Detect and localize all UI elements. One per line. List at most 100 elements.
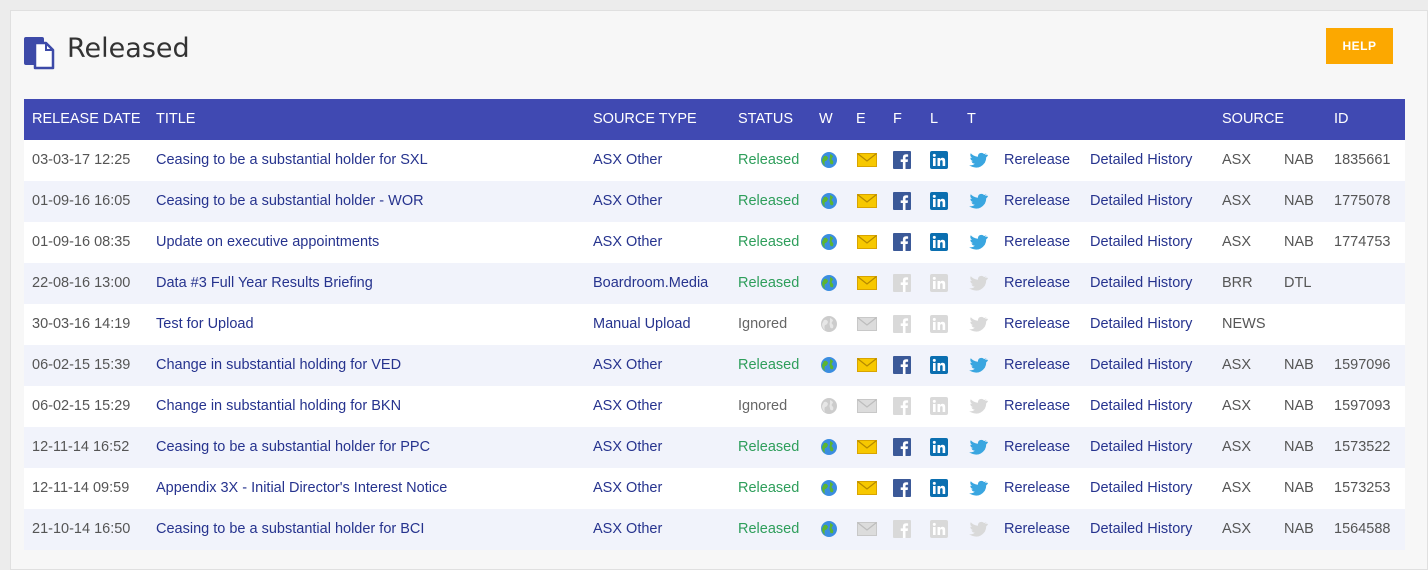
release-title-link[interactable]: Data #3 Full Year Results Briefing xyxy=(156,275,373,291)
rerelease-link[interactable]: Rerelease xyxy=(1004,480,1070,496)
help-button[interactable]: HELP xyxy=(1326,28,1393,64)
linkedin-icon[interactable] xyxy=(930,151,948,169)
rerelease-link[interactable]: Rerelease xyxy=(1004,152,1070,168)
col-source-type[interactable]: SOURCE TYPE xyxy=(593,111,697,127)
rerelease-link[interactable]: Rerelease xyxy=(1004,193,1070,209)
twitter-disabled-icon[interactable] xyxy=(968,520,988,538)
globe-disabled-icon[interactable] xyxy=(820,315,838,333)
release-title-link[interactable]: Test for Upload xyxy=(156,316,254,332)
facebook-disabled-icon[interactable] xyxy=(893,520,911,538)
rerelease-link[interactable]: Rerelease xyxy=(1004,357,1070,373)
rerelease-link[interactable]: Rerelease xyxy=(1004,275,1070,291)
email-disabled-icon[interactable] xyxy=(857,522,877,536)
detailed-history-link[interactable]: Detailed History xyxy=(1090,357,1192,373)
col-status[interactable]: STATUS xyxy=(738,111,793,127)
detailed-history-link[interactable]: Detailed History xyxy=(1090,521,1192,537)
email-icon[interactable] xyxy=(857,235,877,249)
linkedin-disabled-icon[interactable] xyxy=(930,315,948,333)
globe-icon[interactable] xyxy=(820,520,838,538)
twitter-disabled-icon[interactable] xyxy=(968,315,988,333)
detailed-history-link[interactable]: Detailed History xyxy=(1090,480,1192,496)
rerelease-link[interactable]: Rerelease xyxy=(1004,234,1070,250)
email-icon[interactable] xyxy=(857,276,877,290)
release-title-link[interactable]: Ceasing to be a substantial holder for B… xyxy=(156,521,424,537)
rerelease-link[interactable]: Rerelease xyxy=(1004,521,1070,537)
detailed-history-link[interactable]: Detailed History xyxy=(1090,152,1192,168)
detailed-history-link[interactable]: Detailed History xyxy=(1090,275,1192,291)
rerelease-link[interactable]: Rerelease xyxy=(1004,316,1070,332)
status-text: Released xyxy=(738,193,800,209)
linkedin-disabled-icon[interactable] xyxy=(930,397,948,415)
globe-icon[interactable] xyxy=(820,356,838,374)
twitter-icon[interactable] xyxy=(968,438,988,456)
globe-icon[interactable] xyxy=(820,151,838,169)
release-date: 12-11-14 09:59 xyxy=(32,480,130,496)
release-title-link[interactable]: Change in substantial holding for VED xyxy=(156,357,401,373)
detailed-history-link[interactable]: Detailed History xyxy=(1090,193,1192,209)
release-title-link[interactable]: Ceasing to be a substantial holder - WOR xyxy=(156,193,424,209)
facebook-icon[interactable] xyxy=(893,438,911,456)
source-type: ASX Other xyxy=(593,234,663,250)
linkedin-icon[interactable] xyxy=(930,356,948,374)
email-icon[interactable] xyxy=(857,153,877,167)
globe-disabled-icon[interactable] xyxy=(820,397,838,415)
source-code: NAB xyxy=(1284,234,1314,250)
globe-icon[interactable] xyxy=(820,233,838,251)
facebook-disabled-icon[interactable] xyxy=(893,315,911,333)
linkedin-disabled-icon[interactable] xyxy=(930,520,948,538)
status-text: Released xyxy=(738,152,800,168)
detailed-history-link[interactable]: Detailed History xyxy=(1090,234,1192,250)
detailed-history-link[interactable]: Detailed History xyxy=(1090,316,1192,332)
email-icon[interactable] xyxy=(857,358,877,372)
email-disabled-icon[interactable] xyxy=(857,317,877,331)
release-id: 1597093 xyxy=(1334,398,1391,414)
linkedin-icon[interactable] xyxy=(930,233,948,251)
col-f: F xyxy=(893,111,902,127)
email-icon[interactable] xyxy=(857,194,877,208)
col-w: W xyxy=(819,111,833,127)
email-icon[interactable] xyxy=(857,481,877,495)
status-text: Released xyxy=(738,275,800,291)
twitter-icon[interactable] xyxy=(968,479,988,497)
detailed-history-link[interactable]: Detailed History xyxy=(1090,439,1192,455)
source: ASX xyxy=(1222,357,1252,373)
rerelease-link[interactable]: Rerelease xyxy=(1004,439,1070,455)
facebook-icon[interactable] xyxy=(893,192,911,210)
detailed-history-link[interactable]: Detailed History xyxy=(1090,398,1192,414)
twitter-disabled-icon[interactable] xyxy=(968,274,988,292)
col-release-date[interactable]: RELEASE DATE xyxy=(32,111,141,127)
twitter-icon[interactable] xyxy=(968,233,988,251)
rerelease-link[interactable]: Rerelease xyxy=(1004,398,1070,414)
col-source[interactable]: SOURCE xyxy=(1222,111,1284,127)
col-title[interactable]: TITLE xyxy=(156,111,195,127)
table-row: 12-11-14 09:59 Appendix 3X - Initial Dire… xyxy=(24,468,1405,509)
globe-icon[interactable] xyxy=(820,274,838,292)
facebook-disabled-icon[interactable] xyxy=(893,397,911,415)
release-title-link[interactable]: Change in substantial holding for BKN xyxy=(156,398,401,414)
release-title-link[interactable]: Appendix 3X - Initial Director's Interes… xyxy=(156,480,447,496)
release-title-link[interactable]: Ceasing to be a substantial holder for S… xyxy=(156,152,428,168)
twitter-icon[interactable] xyxy=(968,151,988,169)
facebook-icon[interactable] xyxy=(893,479,911,497)
linkedin-icon[interactable] xyxy=(930,192,948,210)
release-title-link[interactable]: Update on executive appointments xyxy=(156,234,379,250)
email-disabled-icon[interactable] xyxy=(857,399,877,413)
twitter-icon[interactable] xyxy=(968,192,988,210)
release-id: 1597096 xyxy=(1334,357,1391,373)
release-title-link[interactable]: Ceasing to be a substantial holder for P… xyxy=(156,439,430,455)
globe-icon[interactable] xyxy=(820,438,838,456)
facebook-disabled-icon[interactable] xyxy=(893,274,911,292)
globe-icon[interactable] xyxy=(820,192,838,210)
linkedin-icon[interactable] xyxy=(930,479,948,497)
linkedin-icon[interactable] xyxy=(930,438,948,456)
facebook-icon[interactable] xyxy=(893,356,911,374)
twitter-icon[interactable] xyxy=(968,356,988,374)
facebook-icon[interactable] xyxy=(893,233,911,251)
facebook-icon[interactable] xyxy=(893,151,911,169)
globe-icon[interactable] xyxy=(820,479,838,497)
email-icon[interactable] xyxy=(857,440,877,454)
source: ASX xyxy=(1222,398,1252,414)
linkedin-disabled-icon[interactable] xyxy=(930,274,948,292)
col-id[interactable]: ID xyxy=(1334,111,1349,127)
twitter-disabled-icon[interactable] xyxy=(968,397,988,415)
